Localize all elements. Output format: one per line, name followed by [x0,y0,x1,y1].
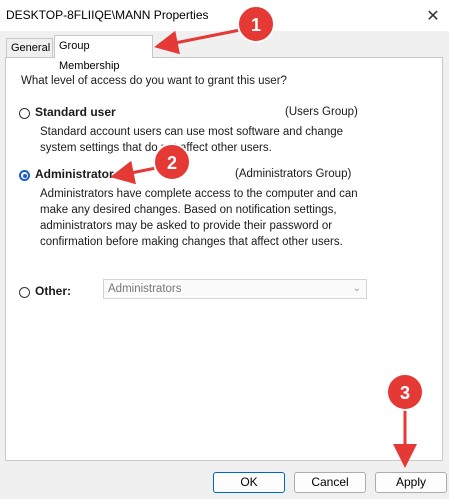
administrators-group-label: (Administrators Group) [235,168,352,180]
tab-strip: General Group Membership [0,31,449,72]
dropdown-value: Administrators [108,283,182,295]
close-icon[interactable]: ✕ [417,0,449,31]
window-title: DESKTOP-8FLIIQE\MANN Properties [6,8,209,22]
cancel-button[interactable]: Cancel [294,472,366,493]
apply-button[interactable]: Apply [375,472,447,493]
group-membership-panel: What level of access do you want to gran… [5,57,443,461]
administrator-description: Administrators have complete access to t… [40,188,358,248]
properties-dialog: DESKTOP-8FLIIQE\MANN Properties ✕ Genera… [0,0,449,499]
other-label[interactable]: Other: [35,284,71,298]
standard-user-label[interactable]: Standard user [35,105,116,119]
tab-group-membership[interactable]: Group Membership [54,35,153,72]
administrator-radio[interactable] [19,170,30,181]
tab-general[interactable]: General [6,38,53,57]
title-bar: DESKTOP-8FLIIQE\MANN Properties ✕ [0,0,449,31]
other-radio[interactable] [19,287,30,298]
chevron-down-icon: ⌄ [352,283,361,294]
other-group-dropdown[interactable]: Administrators ⌄ [103,279,367,299]
access-question: What level of access do you want to gran… [21,75,287,87]
administrator-label[interactable]: Administrator [35,167,114,181]
users-group-label: (Users Group) [285,106,358,118]
button-bar: OK Cancel Apply [0,461,449,499]
ok-button[interactable]: OK [213,472,285,493]
standard-user-description: Standard account users can use most soft… [40,126,344,154]
standard-user-radio[interactable] [19,108,30,119]
